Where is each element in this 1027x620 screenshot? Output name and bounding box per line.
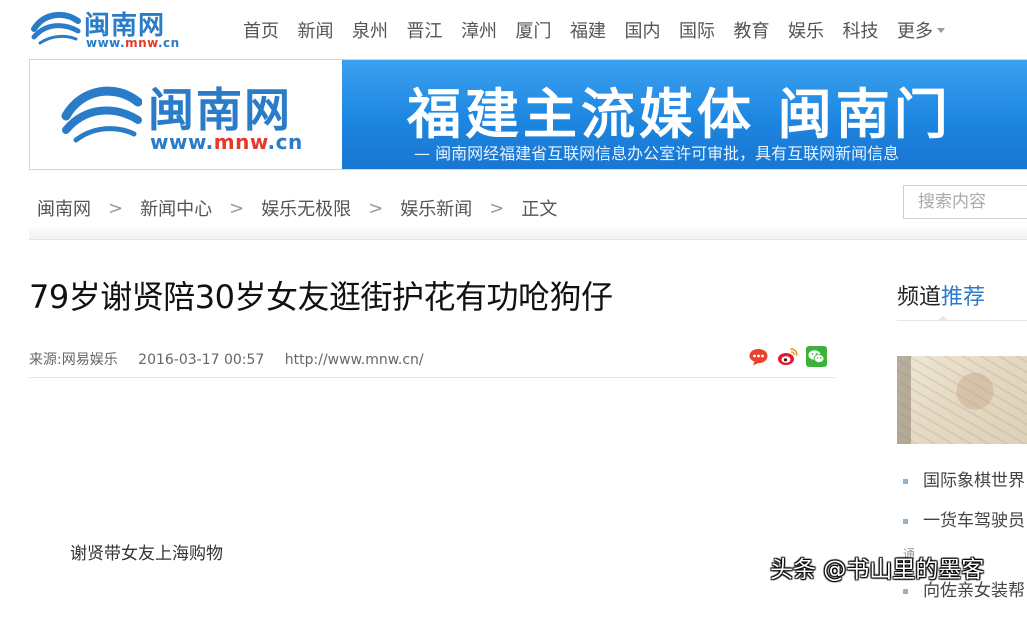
sidebar-divider [897, 320, 1027, 321]
banner-license-text: — 闽南网经福建省互联网信息办公室许可审批，具有互联网新闻信息 [414, 144, 900, 163]
banner-logo: 闽南网 www.mnw.cn [30, 60, 342, 169]
site-logo[interactable]: 闽南网 www.mnw.cn [30, 5, 180, 53]
sidebar-tab-indicator [937, 316, 949, 321]
top-bar: 闽南网 www.mnw.cn 首页 新闻 泉州 晋江 漳州 厦门 福建 国内 国… [0, 0, 1027, 58]
article-url[interactable]: http://www.mnw.cn/ [285, 352, 424, 368]
sidebar-thumbnail[interactable] [897, 356, 1027, 444]
nav-item-domestic[interactable]: 国内 [625, 17, 661, 43]
share-bar [748, 346, 827, 367]
breadcrumb-item-current: 正文 [521, 199, 558, 220]
meta-divider [29, 377, 835, 378]
banner-logo-url: www.mnw.cn [150, 130, 303, 154]
nav-item-international[interactable]: 国际 [679, 17, 715, 43]
article-title: 79岁谢贤陪30岁女友逛街护花有功呛狗仔 [29, 278, 613, 316]
nav-item-entertainment[interactable]: 娱乐 [788, 17, 824, 43]
article-source: 来源:网易娱乐 [29, 352, 118, 368]
breadcrumb-separator: > [489, 197, 505, 219]
nav-item-news[interactable]: 新闻 [298, 17, 334, 43]
nav-item-quanzhou[interactable]: 泉州 [352, 17, 388, 43]
sidebar-title: 频道推荐 [897, 285, 986, 310]
weibo-icon[interactable] [777, 346, 798, 367]
watermark: 头条 @书山里的墨客 [770, 557, 985, 583]
nav-item-xiamen[interactable]: 厦门 [516, 17, 552, 43]
breadcrumb-bar: 闽南网 > 新闻中心 > 娱乐无极限 > 娱乐新闻 > 正文 [29, 171, 1027, 240]
search-input[interactable] [916, 186, 1027, 218]
main-nav: 首页 新闻 泉州 晋江 漳州 厦门 福建 国内 国际 教育 娱乐 科技 更多 [243, 17, 964, 43]
list-item[interactable]: 一货车驾驶员 [903, 510, 1025, 550]
article-meta: 来源:网易娱乐 2016-03-17 00:57 http://www.mnw.… [29, 349, 440, 369]
breadcrumb-item-news-center[interactable]: 新闻中心 [140, 195, 212, 221]
list-item[interactable]: 国际象棋世界 [903, 470, 1025, 510]
search-box [903, 185, 1027, 219]
nav-item-jinjiang[interactable]: 晋江 [407, 17, 443, 43]
nav-more-dropdown[interactable]: 更多 [897, 17, 945, 43]
breadcrumb-separator: > [108, 197, 124, 219]
header-banner[interactable]: 闽南网 www.mnw.cn 福建主流媒体 闽南门 — 闽南网经福建省互联网信息… [29, 59, 1027, 170]
banner-logo-mark-icon [61, 86, 142, 143]
image-caption: 谢贤带女友上海购物 [70, 544, 223, 564]
breadcrumb-item-home[interactable]: 闽南网 [37, 195, 91, 221]
logo-mark-icon [31, 11, 81, 45]
breadcrumb-separator: > [229, 197, 245, 219]
banner-slogan: 福建主流媒体 闽南门 [407, 83, 952, 146]
nav-item-fujian[interactable]: 福建 [570, 17, 606, 43]
breadcrumb-item-entertainment[interactable]: 娱乐无极限 [261, 195, 351, 221]
nav-item-tech[interactable]: 科技 [843, 17, 879, 43]
nav-item-education[interactable]: 教育 [734, 17, 770, 43]
breadcrumb-item-ent-news[interactable]: 娱乐新闻 [400, 195, 472, 221]
list-item[interactable]: 向佐亲女装帮 [903, 580, 1025, 620]
article-datetime: 2016-03-17 00:57 [138, 352, 265, 368]
comment-icon[interactable] [748, 346, 769, 367]
banner-slogan-panel: 福建主流媒体 闽南门 — 闽南网经福建省互联网信息办公室许可审批，具有互联网新闻… [342, 60, 1027, 169]
nav-item-zhangzhou[interactable]: 漳州 [461, 17, 497, 43]
sidebar-list: 国际象棋世界 一货车驾驶员 向佐亲女装帮 [903, 470, 1025, 620]
logo-url: www.mnw.cn [86, 36, 180, 50]
breadcrumb-separator: > [368, 197, 384, 219]
breadcrumb: 闽南网 > 新闻中心 > 娱乐无极限 > 娱乐新闻 > 正文 [37, 195, 557, 221]
nav-item-home[interactable]: 首页 [243, 17, 279, 43]
wechat-icon[interactable] [806, 346, 827, 367]
